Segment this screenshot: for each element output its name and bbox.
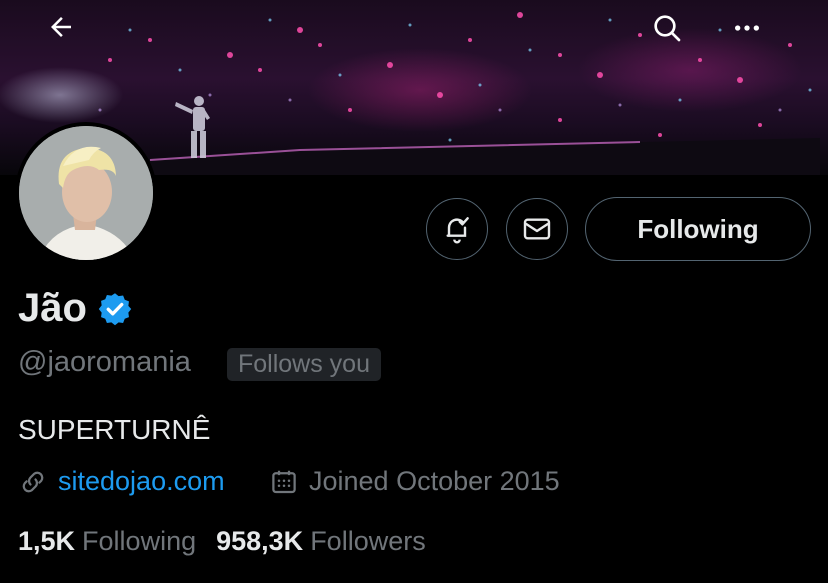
display-name-row: Jão	[18, 286, 133, 331]
website-row: sitedojao.com	[18, 466, 225, 497]
search-icon	[654, 15, 681, 42]
followers-label: Followers	[310, 526, 426, 556]
following-count: 1,5K	[18, 526, 76, 556]
search-button[interactable]	[651, 12, 703, 64]
calendar-icon	[272, 470, 296, 493]
display-name: Jão	[18, 286, 87, 330]
bio-text: SUPERTURNÊ	[18, 414, 211, 445]
envelope-icon	[523, 218, 551, 240]
following-stat[interactable]: 1,5K Following	[18, 526, 196, 557]
back-button[interactable]	[46, 12, 98, 64]
following-label: Following	[82, 526, 197, 556]
username-handle: @jaoromania	[18, 346, 191, 378]
link-icon	[22, 471, 44, 492]
follows-you-badge: Follows you	[227, 348, 381, 381]
profile-photo	[19, 126, 153, 260]
verified-badge-icon[interactable]	[97, 291, 133, 327]
followers-stat[interactable]: 958,3K Followers	[216, 526, 426, 557]
more-horizontal-icon	[735, 25, 759, 31]
avatar[interactable]	[15, 122, 157, 264]
following-button[interactable]: Following	[585, 197, 811, 261]
followers-count: 958,3K	[216, 526, 304, 556]
joined-row: Joined October 2015	[269, 466, 560, 497]
notifications-button[interactable]	[426, 198, 488, 260]
joined-date: Joined October 2015	[309, 466, 560, 496]
message-button[interactable]	[506, 198, 568, 260]
bell-check-icon	[446, 217, 469, 244]
more-button[interactable]	[731, 12, 783, 64]
website-link[interactable]: sitedojao.com	[58, 466, 225, 497]
arrow-left-icon	[51, 17, 71, 37]
follow-stats: 1,5K Following 958,3K Followers	[18, 526, 426, 557]
